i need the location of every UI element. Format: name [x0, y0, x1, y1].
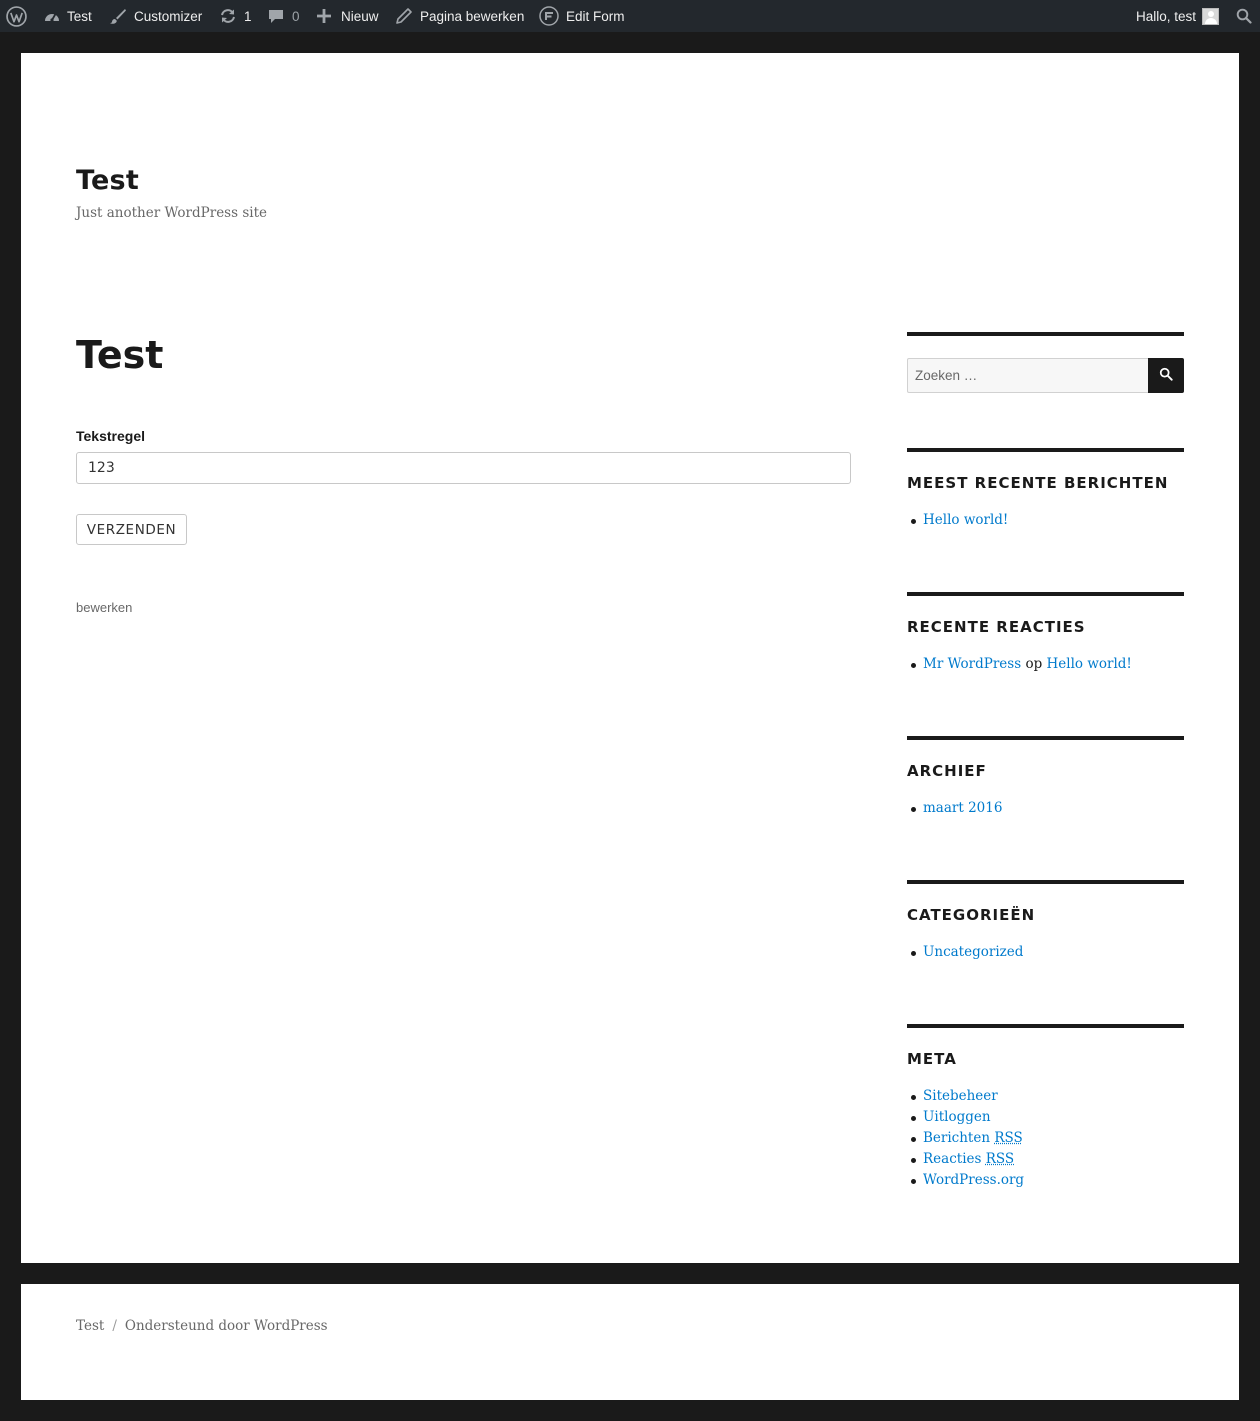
edit-page-label: Pagina bewerken — [420, 8, 525, 24]
archives-title: ARCHIEF — [907, 762, 987, 780]
site-panel: Test Just another WordPress site Test Te… — [21, 53, 1239, 1263]
comment-author-link[interactable]: Mr WordPress — [923, 656, 1021, 672]
edit-form-link[interactable]: Edit Form — [539, 0, 625, 32]
pencil-icon — [396, 8, 412, 24]
search-form: Zoeken … — [907, 358, 1184, 393]
footer-site-link[interactable]: Test — [76, 1318, 104, 1334]
categories-widget: CATEGORIEËN Uncategorized — [907, 880, 1184, 963]
entries-rss-abbr: RSS — [994, 1130, 1023, 1146]
plus-icon — [317, 9, 331, 23]
updates-link[interactable]: 1 — [219, 0, 252, 32]
list-item: maart 2016 — [907, 798, 1184, 819]
list-item: Berichten RSS — [907, 1128, 1184, 1149]
archives-widget: ARCHIEF maart 2016 — [907, 736, 1184, 819]
comment-post-link[interactable]: Hello world! — [1047, 656, 1132, 672]
meta-sitebeheer-link[interactable]: Sitebeheer — [923, 1088, 998, 1104]
search-input[interactable]: Zoeken … — [907, 358, 1148, 393]
meta-title: META — [907, 1050, 957, 1068]
list-item: Sitebeheer — [907, 1086, 1184, 1107]
greeting-label: Hallo, test — [1136, 8, 1197, 24]
meta-widget: META Sitebeheer Uitloggen Berichten RSS … — [907, 1024, 1184, 1191]
meta-wordpress-org-link[interactable]: WordPress.org — [923, 1172, 1024, 1188]
site-footer: Test / Ondersteund door WordPress — [21, 1284, 1239, 1400]
paintbrush-icon — [109, 8, 127, 24]
site-name-label: Test — [67, 8, 92, 24]
comment-joiner: op — [1025, 656, 1043, 672]
admin-bar: Test Customizer 1 0 Nieuw Pagina bewerke… — [0, 0, 1260, 32]
list-item: Reacties RSS — [907, 1149, 1184, 1170]
updates-count: 1 — [244, 8, 252, 24]
footer-credits: Test / Ondersteund door WordPress — [76, 1318, 328, 1334]
categories-title: CATEGORIEËN — [907, 906, 1036, 924]
search-icon — [1159, 366, 1173, 385]
comment-icon — [268, 8, 284, 24]
comments-count: 0 — [292, 8, 300, 24]
avatar — [1202, 7, 1220, 25]
list-item: Uncategorized — [907, 942, 1184, 963]
meta-logout-link[interactable]: Uitloggen — [923, 1109, 991, 1125]
new-content-label: Nieuw — [341, 8, 379, 24]
submit-button[interactable]: VERZENDEN — [76, 514, 187, 545]
comments-rss-abbr: RSS — [985, 1151, 1015, 1167]
comments-rss-prefix: Reacties — [923, 1151, 982, 1167]
form-icon — [539, 6, 559, 26]
meta-entries-rss-link[interactable]: Berichten RSS — [923, 1130, 1023, 1146]
recent-post-link[interactable]: Hello world! — [923, 512, 1008, 528]
dashboard-icon — [43, 8, 61, 24]
site-tagline: Just another WordPress site — [76, 205, 267, 221]
updates-icon — [219, 8, 237, 24]
meta-comments-rss-link[interactable]: Reacties RSS — [923, 1151, 1014, 1167]
site-title[interactable]: Test — [76, 165, 139, 196]
tekstregel-value: 123 — [88, 460, 115, 476]
search-placeholder: Zoeken … — [915, 368, 978, 383]
site-name-menu[interactable]: Test — [43, 0, 92, 32]
archive-link[interactable]: maart 2016 — [923, 800, 1002, 816]
edit-page-link[interactable]: Pagina bewerken — [396, 0, 524, 32]
recent-comments-widget: RECENTE REACTIES Mr WordPress op Hello w… — [907, 592, 1184, 675]
category-link[interactable]: Uncategorized — [923, 944, 1023, 960]
footer-separator: / — [112, 1318, 117, 1334]
recent-comments-title: RECENTE REACTIES — [907, 618, 1086, 636]
edit-link[interactable]: bewerken — [76, 600, 132, 615]
new-content-menu[interactable]: Nieuw — [317, 0, 379, 32]
comments-link[interactable]: 0 — [268, 0, 300, 32]
recent-posts-title: MEEST RECENTE BERICHTEN — [907, 474, 1169, 492]
list-item: Hello world! — [907, 510, 1184, 531]
page-title: Test — [76, 333, 164, 377]
tekstregel-label: Tekstregel — [76, 428, 145, 444]
customizer-link[interactable]: Customizer — [109, 0, 202, 32]
wordpress-logo-icon[interactable] — [6, 0, 27, 32]
recent-posts-widget: MEEST RECENTE BERICHTEN Hello world! — [907, 448, 1184, 531]
customizer-label: Customizer — [134, 8, 203, 24]
tekstregel-input[interactable]: 123 — [76, 452, 851, 484]
account-menu[interactable]: Hallo, test — [1136, 0, 1220, 32]
list-item: Mr WordPress op Hello world! — [907, 654, 1184, 675]
edit-form-label: Edit Form — [566, 8, 625, 24]
entries-rss-prefix: Berichten — [923, 1130, 991, 1146]
admin-search-icon[interactable] — [1236, 0, 1252, 32]
list-item: WordPress.org — [907, 1170, 1184, 1191]
list-item: Uitloggen — [907, 1107, 1184, 1128]
search-widget — [907, 332, 1184, 358]
footer-powered-link[interactable]: Ondersteund door WordPress — [125, 1318, 328, 1334]
search-button[interactable] — [1148, 358, 1184, 393]
